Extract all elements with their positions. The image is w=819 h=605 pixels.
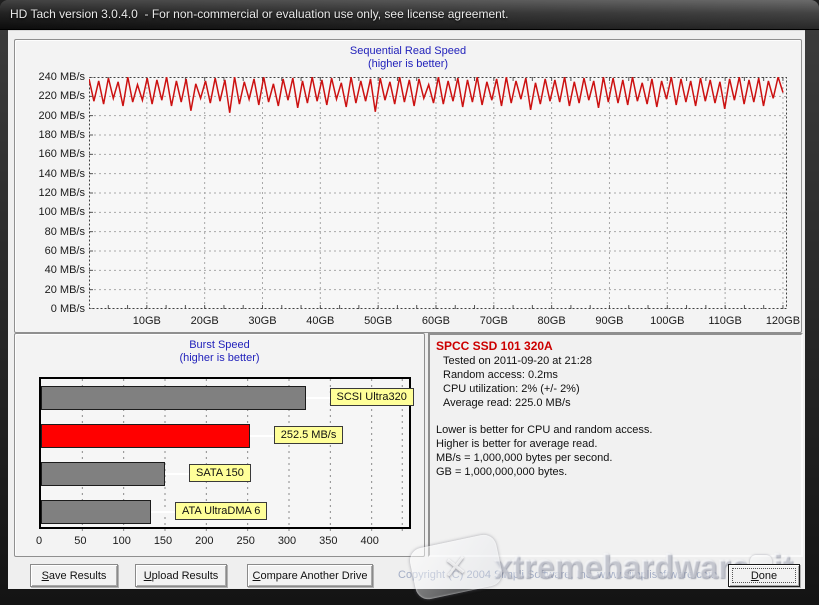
cpu-utilization-line: CPU utilization: 2% (+/- 2%) bbox=[436, 382, 795, 396]
burst-x-tick-label: 200 bbox=[187, 535, 221, 547]
note-line-3: MB/s = 1,000,000 bytes per second. bbox=[436, 451, 795, 465]
seq-x-tick-label: 110GB bbox=[700, 315, 750, 327]
seq-y-tick-label: 0 MB/s bbox=[23, 303, 85, 315]
random-access-line: Random access: 0.2ms bbox=[436, 368, 795, 382]
info-spacer bbox=[436, 410, 795, 423]
seq-y-tick-label: 220 MB/s bbox=[23, 90, 85, 102]
seq-x-tick-label: 60GB bbox=[411, 315, 461, 327]
note-line-2: Higher is better for average read. bbox=[436, 437, 795, 451]
burst-x-tick-label: 100 bbox=[105, 535, 139, 547]
burst-bar-label: ATA UltraDMA 6 bbox=[175, 502, 267, 520]
seq-y-tick-label: 160 MB/s bbox=[23, 148, 85, 160]
seq-x-tick-label: 90GB bbox=[584, 315, 634, 327]
seq-y-tick-label: 80 MB/s bbox=[23, 226, 85, 238]
client-area: Sequential Read Speed (higher is better)… bbox=[8, 30, 805, 589]
seq-plot-svg bbox=[89, 77, 787, 309]
seq-y-tick-label: 240 MB/s bbox=[23, 71, 85, 83]
tested-on-line: Tested on 2011-09-20 at 21:28 bbox=[436, 354, 795, 368]
done-button[interactable]: Done bbox=[728, 564, 800, 587]
seq-x-tick-label: 10GB bbox=[122, 315, 172, 327]
seq-x-tick-label: 70GB bbox=[469, 315, 519, 327]
burst-bar-label: SCSI Ultra320 bbox=[330, 388, 414, 406]
seq-y-tick-label: 140 MB/s bbox=[23, 168, 85, 180]
hd-tach-window: HD Tach version 3.0.4.0 - For non-commer… bbox=[0, 0, 819, 605]
burst-x-tick-label: 400 bbox=[353, 535, 387, 547]
seq-x-tick-label: 80GB bbox=[527, 315, 577, 327]
upload-results-button[interactable]: Upload Results bbox=[135, 564, 227, 587]
burst-bar bbox=[41, 462, 165, 486]
seq-x-tick-label: 40GB bbox=[295, 315, 345, 327]
burst-bar bbox=[41, 500, 151, 524]
seq-y-tick-label: 20 MB/s bbox=[23, 284, 85, 296]
seq-x-tick-label: 30GB bbox=[237, 315, 287, 327]
seq-chart-title: Sequential Read Speed bbox=[15, 45, 801, 57]
seq-y-tick-label: 120 MB/s bbox=[23, 187, 85, 199]
note-line-4: GB = 1,000,000,000 bytes. bbox=[436, 465, 795, 479]
burst-x-tick-label: 0 bbox=[22, 535, 56, 547]
window-title: HD Tach version 3.0.4.0 - For non-commer… bbox=[0, 0, 819, 21]
copyright-text: Copyright (C) 2004 Simpli Software, Inc.… bbox=[398, 569, 717, 581]
drive-name: SPCC SSD 101 320A bbox=[436, 339, 795, 354]
burst-x-tick-label: 350 bbox=[311, 535, 345, 547]
burst-x-tick-label: 50 bbox=[63, 535, 97, 547]
burst-x-tick-label: 250 bbox=[229, 535, 263, 547]
burst-bar-connector bbox=[151, 511, 175, 513]
burst-bar bbox=[41, 424, 250, 448]
titlebar[interactable]: HD Tach version 3.0.4.0 - For non-commer… bbox=[0, 0, 819, 30]
burst-bar-label: 252.5 MB/s bbox=[274, 426, 344, 444]
seq-y-tick-label: 60 MB/s bbox=[23, 245, 85, 257]
burst-x-tick-label: 150 bbox=[146, 535, 180, 547]
seq-y-tick-label: 200 MB/s bbox=[23, 110, 85, 122]
burst-chart-title: Burst Speed bbox=[15, 339, 424, 351]
burst-bar-label: SATA 150 bbox=[189, 464, 251, 482]
seq-y-tick-label: 40 MB/s bbox=[23, 264, 85, 276]
compare-another-drive-button[interactable]: Compare Another Drive bbox=[247, 564, 373, 587]
note-line-1: Lower is better for CPU and random acces… bbox=[436, 423, 795, 437]
seq-y-tick-label: 100 MB/s bbox=[23, 206, 85, 218]
burst-speed-panel: Burst Speed (higher is better) SCSI Ultr… bbox=[14, 333, 425, 557]
seq-x-tick-label: 120GB bbox=[758, 315, 808, 327]
average-read-line: Average read: 225.0 MB/s bbox=[436, 396, 795, 410]
save-results-button[interactable]: Save Results bbox=[30, 564, 118, 587]
burst-x-tick-label: 300 bbox=[270, 535, 304, 547]
seq-chart-subtitle: (higher is better) bbox=[15, 58, 801, 70]
burst-bar-connector bbox=[306, 397, 330, 399]
burst-bar bbox=[41, 386, 306, 410]
seq-y-tick-label: 180 MB/s bbox=[23, 129, 85, 141]
sequential-read-panel: Sequential Read Speed (higher is better)… bbox=[14, 39, 802, 333]
drive-info-panel: SPCC SSD 101 320A Tested on 2011-09-20 a… bbox=[428, 333, 803, 557]
burst-plot: SCSI Ultra320 252.5 MB/s SATA 150 ATA Ultra… bbox=[39, 377, 411, 529]
burst-chart-subtitle: (higher is better) bbox=[15, 352, 424, 364]
burst-bar-connector bbox=[250, 435, 274, 437]
burst-bar-connector bbox=[165, 473, 189, 475]
seq-x-tick-label: 100GB bbox=[642, 315, 692, 327]
seq-x-tick-label: 50GB bbox=[353, 315, 403, 327]
seq-x-tick-label: 20GB bbox=[180, 315, 230, 327]
